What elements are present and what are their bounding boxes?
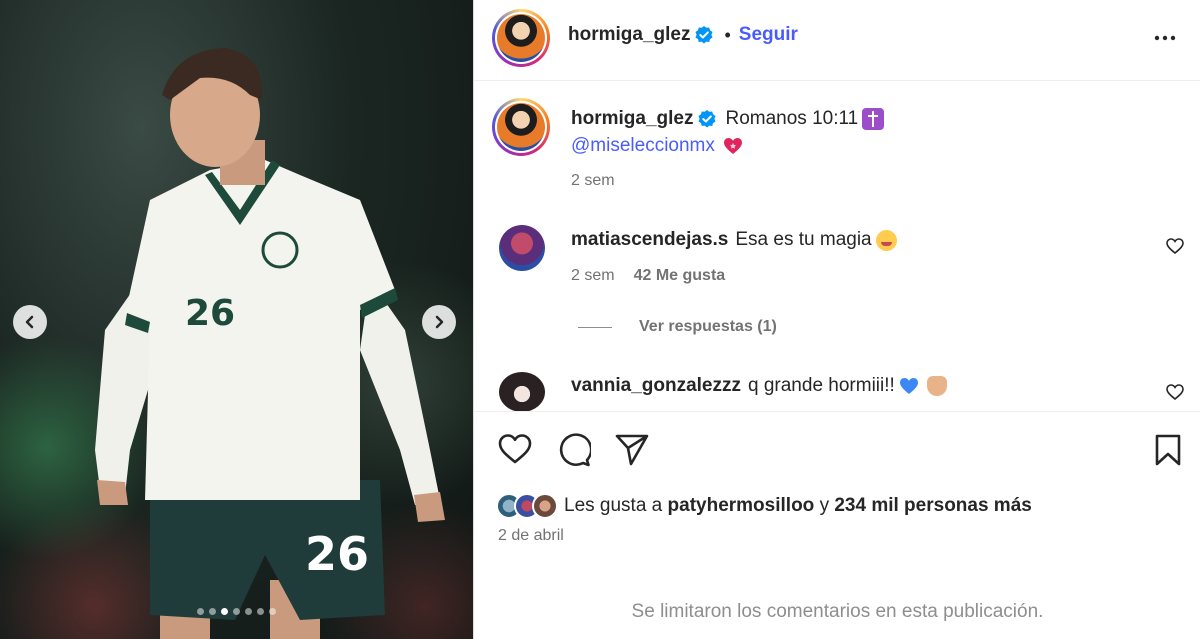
likes-prefix: Les gusta a (564, 495, 663, 516)
caption-mention-link[interactable]: @miseleccionmx (571, 135, 715, 157)
svg-text:26: 26 (185, 293, 235, 334)
post-details-panel: hormiga_glez • Seguir hormiga_glez Roman… (473, 0, 1200, 639)
comment-icon[interactable] (557, 433, 591, 467)
caption-timestamp: 2 sem (571, 172, 615, 189)
carousel-dot (209, 608, 216, 615)
commenter-username[interactable]: matiascendejas.s (571, 229, 728, 251)
carousel-dot (221, 608, 228, 615)
comments-limited-notice: Se limitaron los comentarios en esta pub… (631, 601, 1044, 622)
carousel-indicator (0, 608, 473, 615)
carousel-dot (257, 608, 264, 615)
post-date: 2 de abril (498, 527, 564, 544)
replies-divider (578, 326, 612, 328)
chevron-left-icon (25, 315, 34, 329)
header-separator: • (724, 24, 731, 45)
author-avatar[interactable] (492, 9, 550, 67)
view-replies-button[interactable]: Ver respuestas (1) (578, 318, 777, 336)
liker-avatar (532, 493, 558, 519)
previous-slide-button[interactable] (13, 305, 47, 339)
comment-text: Esa es tu magia (735, 229, 872, 250)
caption-author-username[interactable]: hormiga_glez (571, 108, 693, 130)
post-header: hormiga_glez • Seguir (474, 0, 1200, 81)
carousel-dot (197, 608, 204, 615)
comment-likes-count[interactable]: 42 Me gusta (634, 267, 726, 285)
next-slide-button[interactable] (422, 305, 456, 339)
commenter-username[interactable]: vannia_gonzalezzz (571, 375, 741, 397)
player-photo: 26 26 (95, 48, 445, 639)
comment-heart-icon[interactable] (1166, 238, 1184, 254)
carousel-dot (245, 608, 252, 615)
post-media[interactable]: 26 26 (0, 0, 473, 639)
more-icon[interactable] (1153, 26, 1177, 50)
cross-emoji-icon (862, 108, 885, 130)
author-username[interactable]: hormiga_glez (568, 24, 690, 46)
blushing-face-emoji-icon (875, 229, 897, 251)
view-replies-label: Ver respuestas (1) (639, 318, 777, 335)
likes-user-link[interactable]: patyhermosilloo (668, 495, 815, 516)
likes-text: Les gusta a patyhermosilloo y 234 mil pe… (564, 495, 1032, 517)
comment-text: q grande hormiii!! (748, 375, 895, 396)
clapping-hands-emoji-icon (926, 376, 947, 396)
likes-connector: y (819, 495, 830, 516)
commenter-avatar[interactable] (499, 225, 545, 271)
blue-heart-emoji-icon (899, 378, 918, 394)
commenter-avatar[interactable] (499, 372, 545, 412)
verified-icon (698, 110, 716, 128)
verified-icon (695, 26, 713, 44)
caption-text: Romanos 10:11 (725, 108, 859, 129)
heart-emoji-icon (723, 138, 742, 154)
likes-summary[interactable]: Les gusta a patyhermosilloo y 234 mil pe… (496, 493, 1032, 519)
svg-text:26: 26 (305, 527, 369, 581)
like-heart-icon[interactable] (498, 433, 532, 465)
likes-count[interactable]: 234 mil personas más (834, 495, 1032, 516)
share-icon[interactable] (614, 433, 650, 467)
chevron-right-icon (435, 315, 444, 329)
follow-button[interactable]: Seguir (739, 24, 798, 46)
comment-timestamp: 2 sem (571, 267, 615, 284)
liker-avatars (496, 493, 558, 519)
bookmark-icon[interactable] (1154, 433, 1182, 467)
carousel-dot (233, 608, 240, 615)
caption-author-avatar[interactable] (492, 98, 550, 156)
comment-heart-icon[interactable] (1166, 384, 1184, 400)
carousel-dot (269, 608, 276, 615)
